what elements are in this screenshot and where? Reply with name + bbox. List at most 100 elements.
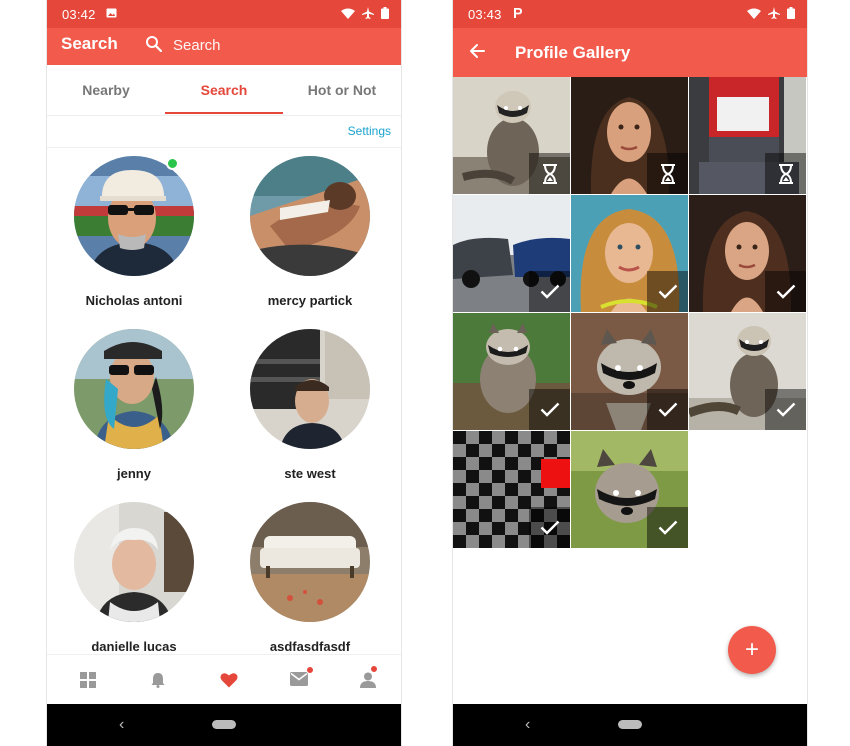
back-arrow-icon[interactable] bbox=[469, 43, 485, 59]
check-icon bbox=[540, 520, 559, 535]
wifi-icon bbox=[341, 8, 355, 19]
tab-bar: Nearby Search Hot or Not bbox=[47, 65, 401, 116]
status-bar: 03:43 bbox=[453, 0, 807, 28]
add-photo-button[interactable]: + bbox=[728, 626, 776, 674]
system-nav-bar: ‹ bbox=[47, 704, 401, 746]
home-pill[interactable] bbox=[618, 720, 642, 729]
status-badge bbox=[529, 389, 570, 430]
check-icon bbox=[658, 284, 677, 299]
avatar[interactable] bbox=[250, 502, 370, 622]
search-icon[interactable] bbox=[145, 35, 163, 53]
check-icon bbox=[658, 402, 677, 417]
check-icon bbox=[776, 402, 795, 417]
app-bar: Profile Gallery bbox=[453, 28, 807, 77]
notification-badge bbox=[306, 666, 314, 674]
notification-badge bbox=[370, 665, 378, 673]
status-time: 03:42 bbox=[62, 7, 96, 22]
wifi-icon bbox=[747, 8, 761, 19]
tab-search[interactable]: Search bbox=[165, 65, 283, 115]
user-name[interactable]: danielle lucas bbox=[59, 639, 209, 654]
settings-link[interactable]: Settings bbox=[348, 124, 391, 138]
user-name[interactable]: Nicholas antoni bbox=[59, 293, 209, 308]
user-card[interactable]: asdfasdfasdf bbox=[235, 502, 385, 667]
hourglass-icon bbox=[660, 163, 675, 184]
avatar[interactable] bbox=[250, 156, 370, 276]
check-icon bbox=[540, 284, 559, 299]
battery-icon bbox=[787, 7, 795, 19]
user-name[interactable]: ste west bbox=[235, 466, 385, 481]
system-icons bbox=[747, 7, 795, 19]
user-card[interactable]: danielle lucas bbox=[59, 502, 209, 667]
photo-tile[interactable] bbox=[453, 77, 570, 194]
photo-tile[interactable] bbox=[571, 195, 688, 312]
hourglass-icon bbox=[542, 163, 557, 184]
image-icon bbox=[106, 8, 117, 18]
photo-tile[interactable] bbox=[571, 77, 688, 194]
mail-icon[interactable] bbox=[290, 672, 308, 686]
avatar[interactable] bbox=[74, 502, 194, 622]
battery-icon bbox=[381, 7, 389, 19]
photo-tile[interactable] bbox=[453, 431, 570, 548]
user-card[interactable]: jenny bbox=[59, 329, 209, 494]
nav-browse[interactable] bbox=[54, 655, 124, 705]
user-card[interactable]: ste west bbox=[235, 329, 385, 494]
nav-profile[interactable] bbox=[334, 655, 401, 705]
bottom-nav bbox=[47, 654, 401, 705]
avatar[interactable] bbox=[74, 156, 194, 276]
back-nav-icon[interactable]: ‹ bbox=[525, 716, 530, 734]
avatar[interactable] bbox=[250, 329, 370, 449]
user-name[interactable]: jenny bbox=[59, 466, 209, 481]
parking-icon bbox=[514, 8, 522, 18]
status-badge bbox=[765, 389, 806, 430]
search-input[interactable] bbox=[173, 32, 333, 58]
avatar[interactable] bbox=[74, 329, 194, 449]
status-badge bbox=[529, 271, 570, 312]
status-time: 03:43 bbox=[468, 7, 502, 22]
status-badge bbox=[529, 153, 570, 194]
status-badge bbox=[765, 153, 806, 194]
photo-tile[interactable] bbox=[453, 313, 570, 430]
check-icon bbox=[658, 520, 677, 535]
gallery-screen: 03:43 Profile Gallery + ‹ bbox=[453, 0, 807, 746]
photo-tile[interactable] bbox=[689, 313, 806, 430]
photo-tile[interactable] bbox=[571, 431, 688, 548]
airplane-icon bbox=[768, 7, 780, 19]
grid-icon[interactable] bbox=[80, 672, 96, 688]
nav-messages[interactable] bbox=[264, 655, 334, 705]
back-nav-icon[interactable]: ‹ bbox=[119, 716, 124, 734]
heart-icon[interactable] bbox=[220, 672, 238, 688]
page-title: Search bbox=[61, 34, 118, 53]
status-badge bbox=[647, 271, 688, 312]
status-bar: 03:42 bbox=[47, 0, 401, 28]
search-box[interactable] bbox=[145, 32, 345, 60]
photo-tile[interactable] bbox=[453, 195, 570, 312]
page-title: Profile Gallery bbox=[515, 43, 631, 62]
photo-tile[interactable] bbox=[689, 195, 806, 312]
photo-tile[interactable] bbox=[689, 77, 806, 194]
nav-notifications[interactable] bbox=[124, 655, 194, 705]
online-indicator bbox=[166, 157, 179, 170]
status-badge bbox=[529, 507, 570, 548]
bell-icon[interactable] bbox=[150, 672, 166, 688]
user-card[interactable]: Nicholas antoni bbox=[59, 156, 209, 321]
tab-nearby[interactable]: Nearby bbox=[47, 65, 165, 115]
photo-tile[interactable] bbox=[571, 313, 688, 430]
divider bbox=[47, 147, 401, 148]
status-badge bbox=[647, 153, 688, 194]
status-badge bbox=[765, 271, 806, 312]
system-icons bbox=[341, 7, 389, 19]
user-card[interactable]: mercy partick bbox=[235, 156, 385, 321]
system-nav-bar: ‹ bbox=[453, 704, 807, 746]
status-badge bbox=[647, 389, 688, 430]
user-name[interactable]: asdfasdfasdf bbox=[235, 639, 385, 654]
check-icon bbox=[776, 284, 795, 299]
profile-icon[interactable] bbox=[360, 672, 376, 688]
airplane-icon bbox=[362, 7, 374, 19]
check-icon bbox=[540, 402, 559, 417]
home-pill[interactable] bbox=[212, 720, 236, 729]
status-badge bbox=[647, 507, 688, 548]
user-name[interactable]: mercy partick bbox=[235, 293, 385, 308]
nav-likes[interactable] bbox=[194, 655, 264, 705]
tab-hot-or-not[interactable]: Hot or Not bbox=[283, 65, 401, 115]
app-bar: Search bbox=[47, 28, 401, 65]
